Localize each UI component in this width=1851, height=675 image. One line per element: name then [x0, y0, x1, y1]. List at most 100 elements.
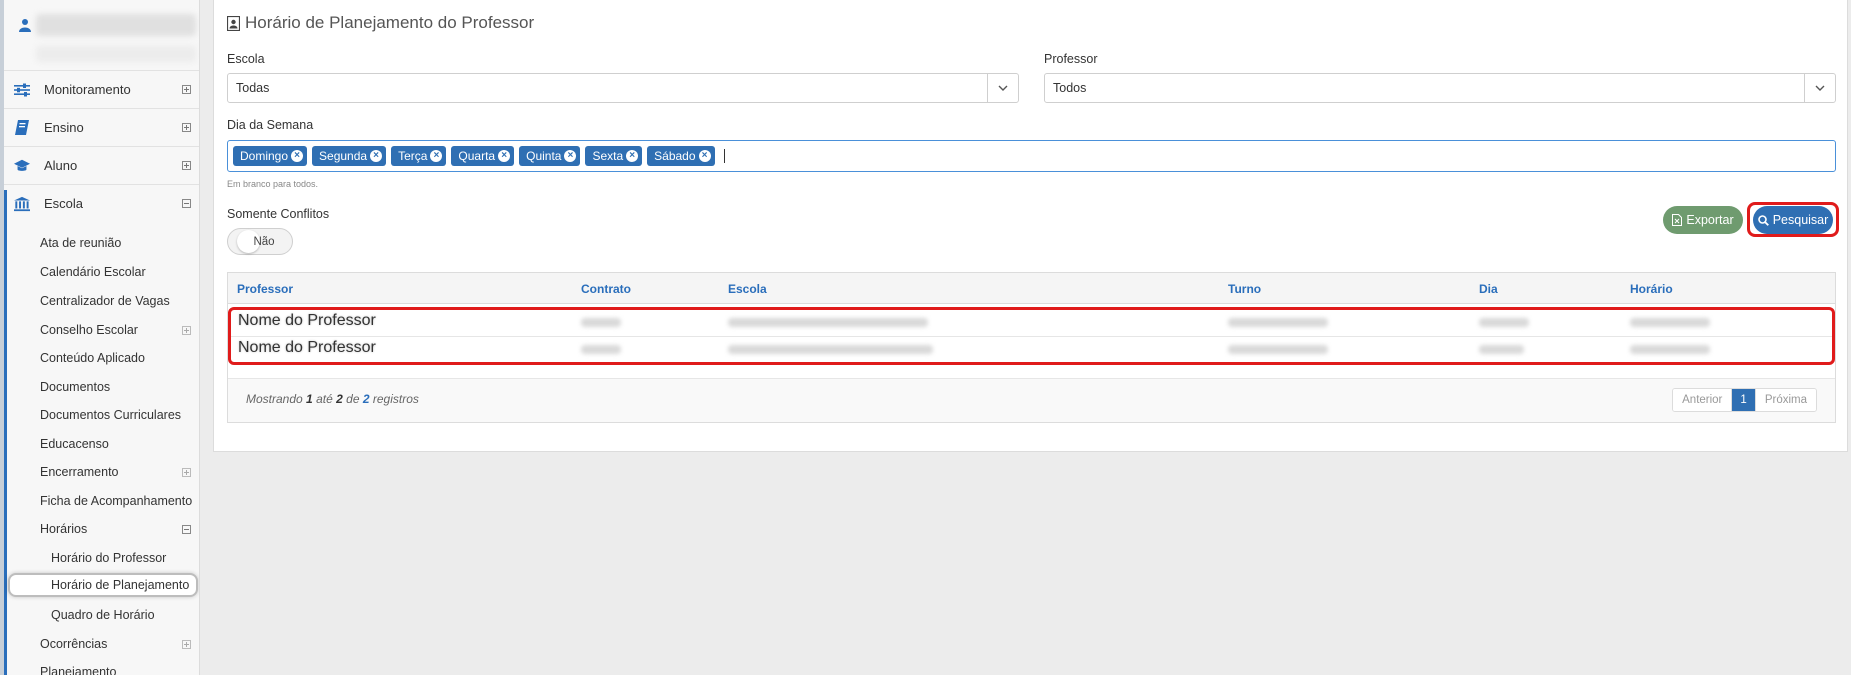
tag-sexta: Sexta ×	[585, 146, 643, 166]
sidebar-item-ficha-de-acompanhamento[interactable]: Ficha de Acompanhamento	[4, 487, 199, 515]
contrato-cell-blurred	[581, 345, 621, 354]
sidebar-item-horario-do-professor[interactable]: Horário do Professor	[4, 544, 199, 572]
tag-segunda: Segunda ×	[312, 146, 387, 166]
horario-cell-blurred	[1630, 345, 1710, 354]
menu-escola[interactable]: Escola	[4, 184, 199, 222]
turno-cell-blurred	[1228, 345, 1328, 354]
search-button[interactable]: Pesquisar	[1753, 206, 1833, 234]
sidebar-item-horarios[interactable]: Horários	[4, 515, 199, 543]
expand-icon[interactable]	[182, 325, 191, 335]
graduation-cap-icon	[14, 158, 30, 174]
book-icon	[14, 120, 30, 136]
menu-ensino[interactable]: Ensino	[4, 108, 199, 146]
tag-terca: Terça ×	[391, 146, 447, 166]
horario-cell-blurred	[1630, 318, 1710, 327]
menu-aluno[interactable]: Aluno	[4, 146, 199, 184]
professor-value: Todos	[1053, 81, 1087, 95]
menu-monitoramento[interactable]: Monitoramento	[4, 70, 199, 108]
sidebar-item-centralizador-de-vagas[interactable]: Centralizador de Vagas	[4, 287, 199, 315]
menu-label: Monitoramento	[44, 82, 131, 97]
file-excel-icon	[1672, 214, 1683, 226]
expand-icon[interactable]	[182, 639, 191, 649]
column-header-escola[interactable]: Escola	[728, 282, 767, 296]
expand-icon[interactable]	[182, 467, 191, 477]
escola-cell-blurred	[728, 318, 928, 327]
expand-icon[interactable]	[182, 85, 191, 94]
sidebar: Monitoramento Ensino Aluno Escola Ata de…	[0, 0, 200, 675]
professor-select[interactable]: Todos	[1044, 73, 1836, 103]
search-icon	[1757, 214, 1769, 226]
sidebar-item-conselho-escolar[interactable]: Conselho Escolar	[4, 316, 199, 344]
sidebar-item-documentos[interactable]: Documentos	[4, 373, 199, 401]
sidebar-item-horario-de-planejamento[interactable]: Horário de Planejamento	[8, 573, 198, 597]
dia-cell-blurred	[1479, 345, 1524, 354]
professor-label: Professor	[1044, 52, 1098, 66]
chevron-down-icon[interactable]	[1804, 74, 1835, 102]
tag-sabado: Sábado ×	[647, 146, 715, 166]
professor-cell: Nome do Professor	[238, 339, 376, 356]
expand-icon[interactable]	[182, 161, 191, 170]
chevron-down-icon[interactable]	[987, 74, 1018, 102]
menu-label: Aluno	[44, 158, 78, 173]
records-info: Mostrando 1 até 2 de 2 registros	[246, 392, 419, 406]
remove-tag-icon[interactable]: ×	[370, 150, 383, 162]
sidebar-item-planejamento[interactable]: Planejamento	[4, 658, 199, 675]
collapse-icon[interactable]	[182, 524, 191, 534]
somente-conflitos-toggle[interactable]: Não	[227, 228, 293, 255]
somente-conflitos-label: Somente Conflitos	[227, 207, 330, 221]
escola-select[interactable]: Todas	[227, 73, 1019, 103]
column-header-contrato[interactable]: Contrato	[581, 282, 631, 296]
remove-tag-icon[interactable]: ×	[430, 150, 443, 162]
user-box[interactable]	[8, 8, 196, 64]
export-button[interactable]: Exportar	[1663, 206, 1743, 234]
toggle-value: Não	[253, 235, 275, 248]
tag-quarta: Quarta ×	[451, 146, 515, 166]
results-table: Professor Contrato Escola Turno Dia Horá…	[227, 272, 1836, 423]
search-button-highlight: Pesquisar	[1747, 202, 1839, 237]
dia-semana-label: Dia da Semana	[227, 118, 314, 132]
pagination-prev[interactable]: Anterior	[1673, 389, 1732, 411]
table-footer: Mostrando 1 até 2 de 2 registros Anterio…	[228, 378, 1835, 422]
remove-tag-icon[interactable]: ×	[498, 150, 511, 162]
professor-cell: Nome do Professor	[238, 312, 376, 329]
sidebar-item-documentos-curriculares[interactable]: Documentos Curriculares	[4, 401, 199, 429]
column-header-horario[interactable]: Horário	[1630, 282, 1673, 296]
column-header-professor[interactable]: Professor	[237, 282, 293, 296]
tag-quinta: Quinta ×	[519, 146, 581, 166]
user-name-blurred	[36, 14, 196, 36]
table-header: Professor Contrato Escola Turno Dia Horá…	[228, 273, 1835, 304]
pagination-next[interactable]: Próxima	[1754, 389, 1816, 411]
column-header-turno[interactable]: Turno	[1228, 282, 1261, 296]
sidebar-item-quadro-de-horario[interactable]: Quadro de Horário	[4, 601, 199, 629]
sidebar-item-ocorrencias[interactable]: Ocorrências	[4, 630, 199, 658]
pagination: Anterior 1 Próxima	[1672, 388, 1817, 412]
sidebar-item-ata-de-reuniao[interactable]: Ata de reunião	[4, 229, 199, 257]
page-title: Horário de Planejamento do Professor	[227, 13, 534, 33]
expand-icon[interactable]	[182, 123, 191, 132]
table-row[interactable]: Nome do Professor	[231, 310, 1832, 337]
contrato-cell-blurred	[581, 318, 621, 327]
table-row[interactable]: Nome do Professor	[231, 337, 1832, 363]
collapse-icon[interactable]	[182, 199, 191, 208]
text-cursor	[723, 149, 725, 163]
main-panel: Horário de Planejamento do Professor Esc…	[213, 0, 1848, 452]
dia-semana-hint: Em branco para todos.	[227, 179, 319, 189]
remove-tag-icon[interactable]: ×	[626, 150, 639, 162]
contact-card-icon	[227, 15, 240, 31]
remove-tag-icon[interactable]: ×	[698, 150, 711, 162]
tag-domingo: Domingo ×	[233, 146, 308, 166]
sidebar-item-calendario-escolar[interactable]: Calendário Escolar	[4, 258, 199, 286]
sidebar-item-encerramento[interactable]: Encerramento	[4, 458, 199, 486]
remove-tag-icon[interactable]: ×	[564, 150, 577, 162]
turno-cell-blurred	[1228, 318, 1328, 327]
escola-value: Todas	[236, 81, 270, 95]
user-role-blurred	[36, 46, 196, 62]
menu-label: Ensino	[44, 120, 84, 135]
escola-cell-blurred	[728, 345, 933, 354]
column-header-dia[interactable]: Dia	[1479, 282, 1498, 296]
remove-tag-icon[interactable]: ×	[291, 150, 304, 162]
dia-semana-multiselect[interactable]: Domingo × Segunda × Terça × Quarta × Quinta ×…	[227, 140, 1836, 172]
pagination-page-1[interactable]: 1	[1731, 389, 1755, 411]
sidebar-item-educacenso[interactable]: Educacenso	[4, 430, 199, 458]
sidebar-item-conteudo-aplicado[interactable]: Conteúdo Aplicado	[4, 344, 199, 372]
